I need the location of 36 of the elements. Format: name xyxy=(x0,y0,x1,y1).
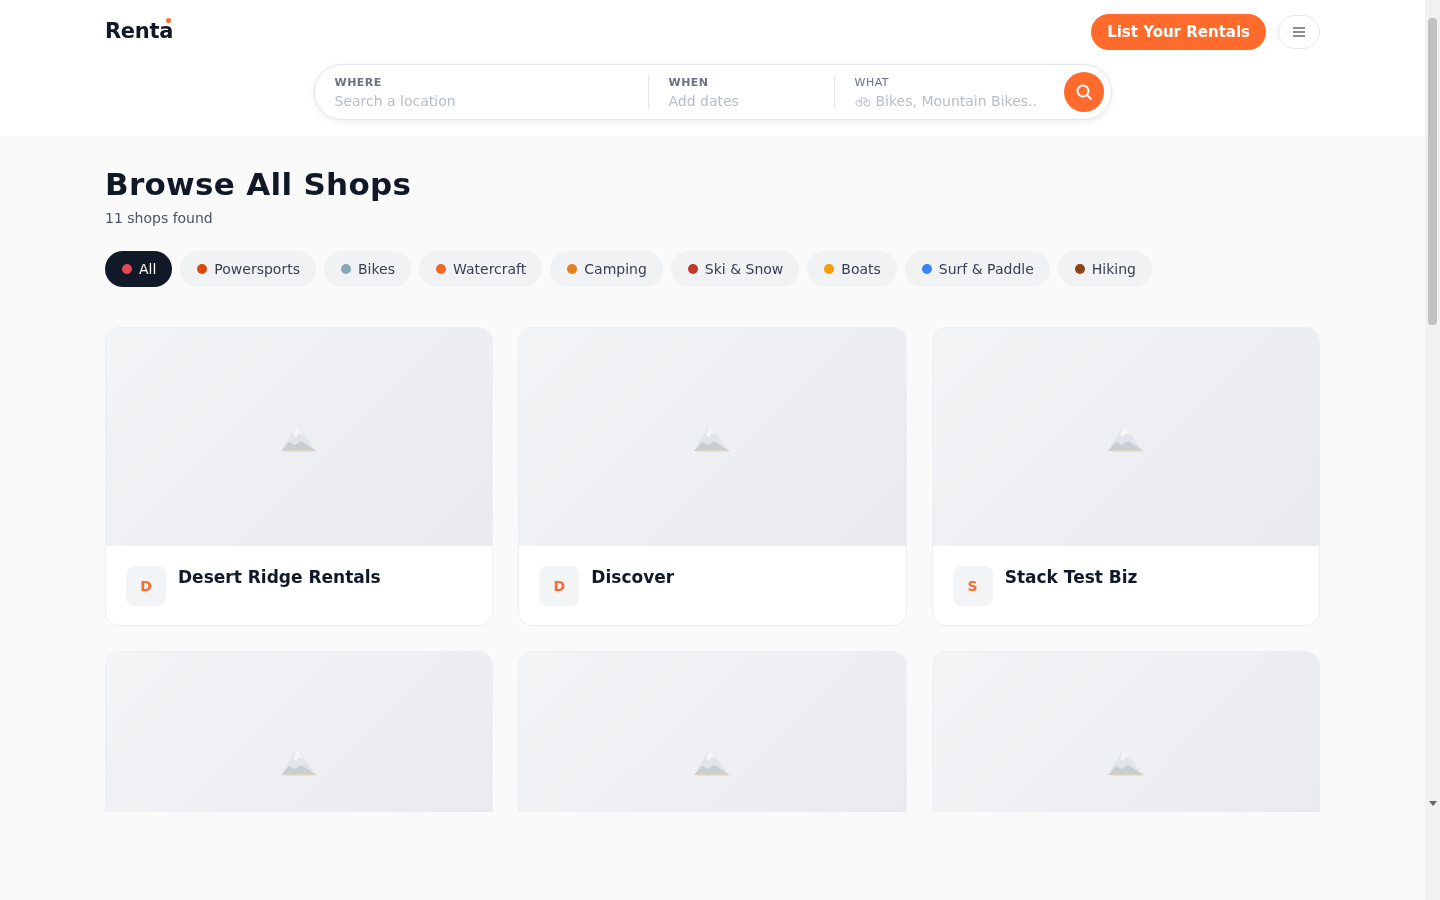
shop-card[interactable]: D Desert Ridge Rentals xyxy=(105,327,494,626)
shop-name[interactable]: Stack Test Biz xyxy=(1004,567,1138,606)
menu-icon xyxy=(1292,26,1306,38)
category-chip[interactable]: Ski & Snow xyxy=(670,251,800,287)
search-field[interactable]: WHERE Search a location xyxy=(334,75,648,109)
logo[interactable]: Renta xyxy=(105,19,174,43)
category-chip[interactable]: Boats xyxy=(807,251,897,287)
search-icon xyxy=(1074,83,1093,101)
bike-icon xyxy=(854,94,871,107)
shop-name[interactable]: Discover xyxy=(591,567,675,606)
shop-name[interactable]: Desert Ridge Rentals xyxy=(178,567,381,606)
category-chip[interactable]: Surf & Paddle xyxy=(904,251,1050,287)
search-button[interactable] xyxy=(1063,72,1104,112)
menu-button[interactable] xyxy=(1278,15,1320,49)
scrollbar-thumb[interactable] xyxy=(1428,18,1437,325)
search-field[interactable]: WHAT Bikes, Mountain Bikes.. xyxy=(834,75,1064,109)
shop-avatar: S xyxy=(952,566,993,606)
category-chip[interactable]: Camping xyxy=(550,251,663,287)
image-placeholder[interactable] xyxy=(932,652,1319,812)
category-chip[interactable]: Powersports xyxy=(180,251,316,287)
shop-card[interactable]: S Stack Test Biz xyxy=(931,327,1320,626)
page-title: Browse All Shops xyxy=(105,166,413,202)
scrollbar[interactable] xyxy=(1425,0,1440,900)
category-chip[interactable]: All xyxy=(105,251,173,287)
category-chip[interactable]: Bikes xyxy=(324,251,411,287)
scroll-down-icon[interactable] xyxy=(1429,801,1437,806)
search-field[interactable]: WHEN Add dates xyxy=(648,75,834,109)
shop-avatar: D xyxy=(126,566,166,606)
result-count: 11 shops found xyxy=(105,210,214,226)
image-placeholder[interactable] xyxy=(519,652,906,812)
category-chip[interactable]: Hiking xyxy=(1057,251,1152,287)
image-placeholder[interactable] xyxy=(106,652,493,812)
shop-card[interactable]: D Discover xyxy=(518,327,907,626)
dot-icon xyxy=(166,18,172,23)
category-chip[interactable]: Watercraft xyxy=(419,251,543,287)
shop-avatar: D xyxy=(539,566,580,606)
